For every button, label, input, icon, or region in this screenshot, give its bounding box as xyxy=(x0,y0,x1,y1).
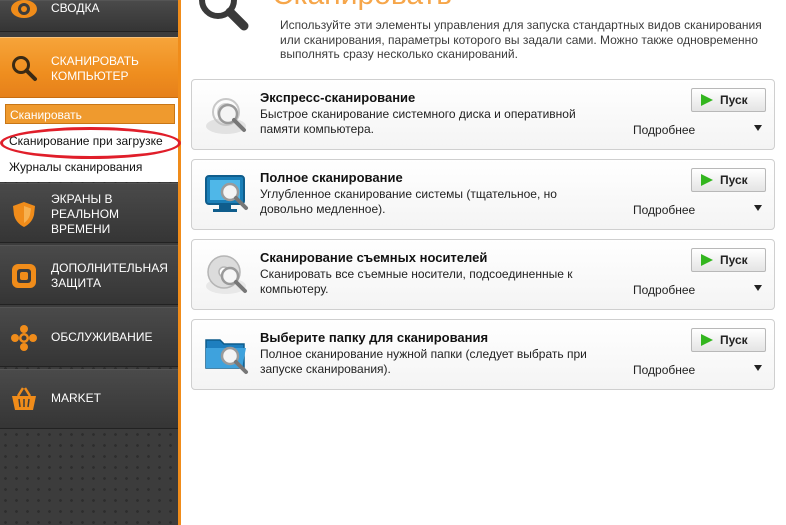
highlight-ellipse xyxy=(0,127,181,159)
sidebar: СВОДКА СКАНИРОВАТЬ КОМПЬЮТЕР Сканировать… xyxy=(0,0,181,525)
shield-icon xyxy=(10,200,38,228)
gear-icon xyxy=(10,324,38,352)
play-icon xyxy=(701,254,713,266)
header-magnifier-icon xyxy=(192,0,254,43)
scan-card-description: Углубленное сканирование системы (тщател… xyxy=(260,187,557,216)
nav-maintenance-label: ОБСЛУЖИВАНИЕ xyxy=(51,330,153,344)
start-button-label: Пуск xyxy=(720,333,748,347)
start-button[interactable]: Пуск xyxy=(691,168,766,192)
nav-summary-label: СВОДКА xyxy=(51,1,100,15)
nav-realtime-shields-label: ЭКРАНЫ В РЕАЛЬНОМ ВРЕМЕНИ xyxy=(51,192,120,236)
start-button[interactable]: Пуск xyxy=(691,248,766,272)
details-link[interactable]: Подробнее xyxy=(633,123,695,137)
disc-scan-icon xyxy=(204,248,254,302)
scan-card-description: Быстрое сканирование системного диска и … xyxy=(260,107,576,136)
play-icon xyxy=(701,334,713,346)
start-button-label: Пуск xyxy=(720,253,748,267)
scan-card-title: Выберите папку для сканирования xyxy=(260,330,489,345)
nav-scan-computer[interactable]: СКАНИРОВАТЬ КОМПЬЮТЕР xyxy=(0,37,178,98)
details-link[interactable]: Подробнее xyxy=(633,203,695,217)
play-icon xyxy=(701,174,713,186)
page-description: Используйте эти элементы управления для … xyxy=(280,18,762,61)
details-link[interactable]: Подробнее xyxy=(633,283,695,297)
start-button-label: Пуск xyxy=(720,93,748,107)
nav-maintenance[interactable]: ОБСЛУЖИВАНИЕ xyxy=(0,307,178,367)
scan-card-title: Экспресс-сканирование xyxy=(260,90,416,105)
quick-scan-icon xyxy=(204,88,254,142)
nav-summary[interactable]: СВОДКА xyxy=(0,0,178,32)
chevron-down-icon[interactable] xyxy=(754,125,762,131)
subnav-item-scan-logs[interactable]: Журналы сканирования xyxy=(5,157,175,177)
magnifier-icon xyxy=(10,54,38,82)
scan-card-title: Сканирование съемных носителей xyxy=(260,250,488,265)
play-icon xyxy=(701,94,713,106)
folder-scan-icon xyxy=(204,328,254,382)
start-button-label: Пуск xyxy=(720,173,748,187)
nav-market-label: MARKET xyxy=(51,391,102,405)
scan-card-quick: Экспресс-сканирование Быстрое сканирован… xyxy=(191,79,775,150)
square-icon xyxy=(10,262,38,290)
eye-icon xyxy=(10,0,38,23)
nav-additional-protection[interactable]: ДОПОЛНИТЕЛЬНАЯ ЗАЩИТА xyxy=(0,245,178,305)
page-title: Сканировать xyxy=(272,0,452,12)
scan-card-full: Полное сканирование Углубленное сканиров… xyxy=(191,159,775,230)
start-button[interactable]: Пуск xyxy=(691,328,766,352)
scan-card-title: Полное сканирование xyxy=(260,170,403,185)
nav-realtime-shields[interactable]: ЭКРАНЫ В РЕАЛЬНОМ ВРЕМЕНИ xyxy=(0,183,178,243)
subnav-item-scan[interactable]: Сканировать xyxy=(5,104,175,124)
nav-scan-computer-label: СКАНИРОВАТЬ КОМПЬЮТЕР xyxy=(51,54,139,83)
scan-card-folder: Выберите папку для сканирования Полное с… xyxy=(191,319,775,390)
scan-card-description: Полное сканирование нужной папки (следуе… xyxy=(260,347,587,376)
chevron-down-icon[interactable] xyxy=(754,365,762,371)
chevron-down-icon[interactable] xyxy=(754,285,762,291)
nav-additional-protection-label: ДОПОЛНИТЕЛЬНАЯ ЗАЩИТА xyxy=(51,261,168,290)
monitor-scan-icon xyxy=(204,168,254,222)
start-button[interactable]: Пуск xyxy=(691,88,766,112)
scan-card-removable: Сканирование съемных носителей Сканирова… xyxy=(191,239,775,310)
scan-card-description: Сканировать все съемные носители, подсое… xyxy=(260,267,573,296)
details-link[interactable]: Подробнее xyxy=(633,363,695,377)
chevron-down-icon[interactable] xyxy=(754,205,762,211)
nav-market[interactable]: MARKET xyxy=(0,369,178,429)
basket-icon xyxy=(10,385,38,413)
